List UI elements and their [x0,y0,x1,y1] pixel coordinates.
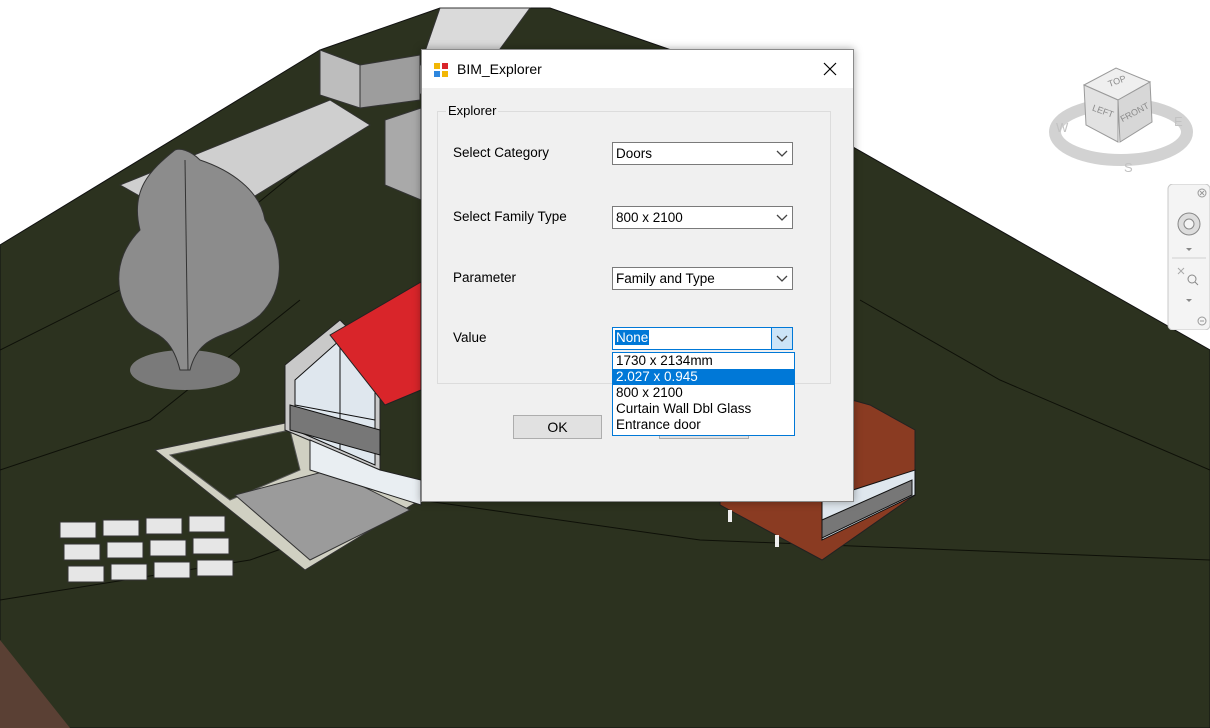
dropdown-option[interactable]: Entrance door [613,417,794,433]
value-dropdown-list[interactable]: 1730 x 2134mm 2.027 x 0.945 800 x 2100 C… [612,352,795,436]
close-icon [823,62,837,76]
combobox-value: None [615,330,650,345]
combobox-value: Family and Type [616,271,715,286]
parameter-combobox[interactable]: Family and Type [612,267,793,290]
compass-label: S [1124,160,1133,175]
chevron-down-icon[interactable] [771,328,792,349]
groupbox-title: Explorer [446,103,499,118]
compass-label: W [1056,120,1069,135]
dialog-title: BIM_Explorer [457,61,542,77]
value-combobox[interactable]: None [612,327,793,350]
steering-wheel-icon[interactable] [1177,212,1201,236]
select-category-label: Select Category [453,145,550,160]
dialog-titlebar[interactable]: BIM_Explorer [422,50,853,88]
compass-label: E [1174,114,1183,129]
chevron-down-icon[interactable] [772,143,792,164]
value-label: Value [453,330,487,345]
chevron-down-icon[interactable] [772,207,792,228]
chevron-down-icon[interactable] [772,268,792,289]
retaining-wall [384,107,422,201]
combobox-value: Doors [616,146,653,161]
navigation-bar [1166,183,1210,331]
dropdown-option[interactable]: 800 x 2100 [613,385,794,401]
select-family-type-label: Select Family Type [453,209,567,224]
dropdown-option[interactable]: 2.027 x 0.945 [613,369,794,385]
dropdown-option[interactable]: Curtain Wall Dbl Glass [613,401,794,417]
bim-explorer-dialog: BIM_Explorer Explorer Select Category Do… [421,49,854,502]
app-icon [434,63,448,77]
parameter-label: Parameter [453,270,517,285]
select-category-combobox[interactable]: Doors [612,142,793,165]
select-family-type-combobox[interactable]: 800 x 2100 [612,206,793,229]
dropdown-option[interactable]: 1730 x 2134mm [613,353,794,369]
viewcube[interactable]: TOP LEFT FRONT W E S [1046,60,1194,178]
close-button[interactable] [807,50,853,88]
combobox-value: 800 x 2100 [616,210,683,225]
ok-button[interactable]: OK [513,415,602,439]
